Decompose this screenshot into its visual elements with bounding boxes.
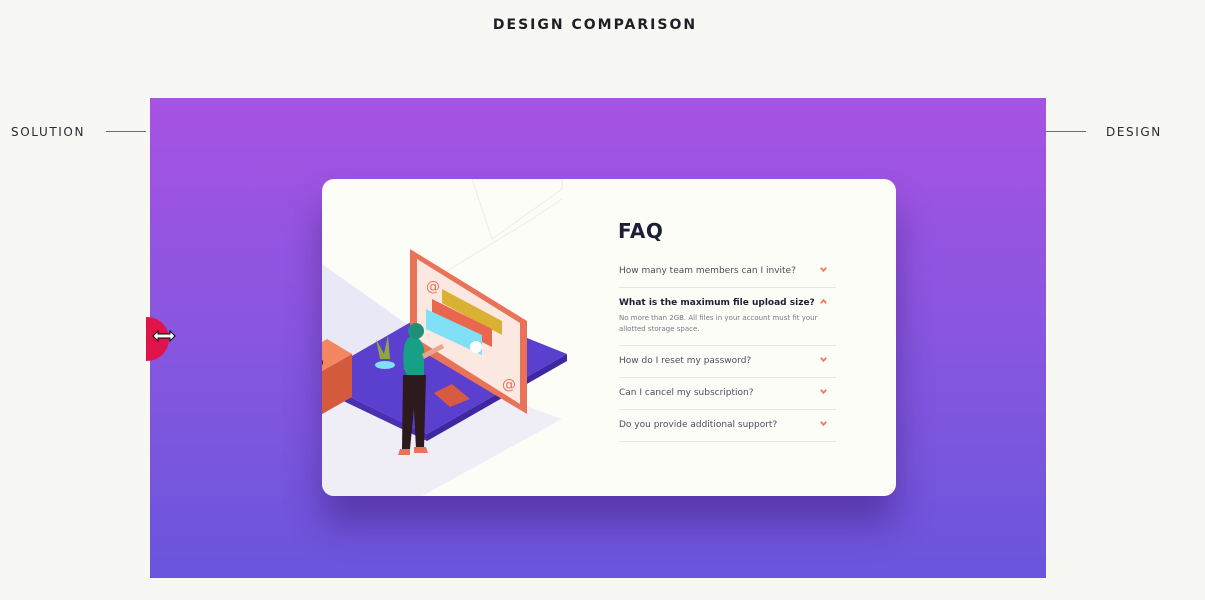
chevron-down-icon[interactable] [819, 387, 828, 396]
solution-label: SOLUTION [11, 125, 86, 139]
faq-item[interactable]: Do you provide additional support? [619, 410, 836, 442]
faq-accordion: How many team members can I invite? What… [619, 256, 836, 442]
svg-text:@: @ [502, 377, 516, 393]
faq-card: @ @ @ FAQ How many team members can I in… [322, 179, 896, 496]
chevron-up-icon[interactable] [819, 297, 828, 306]
faq-item[interactable]: Can I cancel my subscription? [619, 378, 836, 410]
resize-arrows-icon [152, 330, 176, 342]
chevron-down-icon[interactable] [819, 419, 828, 428]
svg-text:@: @ [322, 355, 324, 371]
faq-answer: No more than 2GB. All files in your acco… [619, 314, 818, 333]
faq-question[interactable]: Do you provide additional support? [619, 410, 836, 441]
chevron-down-icon[interactable] [819, 355, 828, 364]
solution-divider [106, 131, 146, 132]
faq-question[interactable]: Can I cancel my subscription? [619, 378, 836, 409]
woman-computer-illustration: @ @ @ [322, 249, 567, 455]
design-label: DESIGN [1106, 125, 1162, 139]
faq-question[interactable]: How do I reset my password? [619, 346, 836, 377]
faq-item[interactable]: How do I reset my password? [619, 346, 836, 378]
page-title: DESIGN COMPARISON [492, 17, 698, 33]
faq-item[interactable]: How many team members can I invite? [619, 256, 836, 288]
faq-heading: FAQ [618, 219, 664, 243]
faq-item-expanded[interactable]: What is the maximum file upload size? No… [619, 288, 836, 346]
faq-question[interactable]: What is the maximum file upload size? [619, 288, 836, 313]
faq-question[interactable]: How many team members can I invite? [619, 256, 836, 287]
chevron-down-icon[interactable] [819, 265, 828, 274]
comparison-stage: @ @ @ FAQ How many team members can I in… [150, 98, 1046, 578]
design-divider [1046, 131, 1086, 132]
svg-text:@: @ [426, 279, 440, 295]
